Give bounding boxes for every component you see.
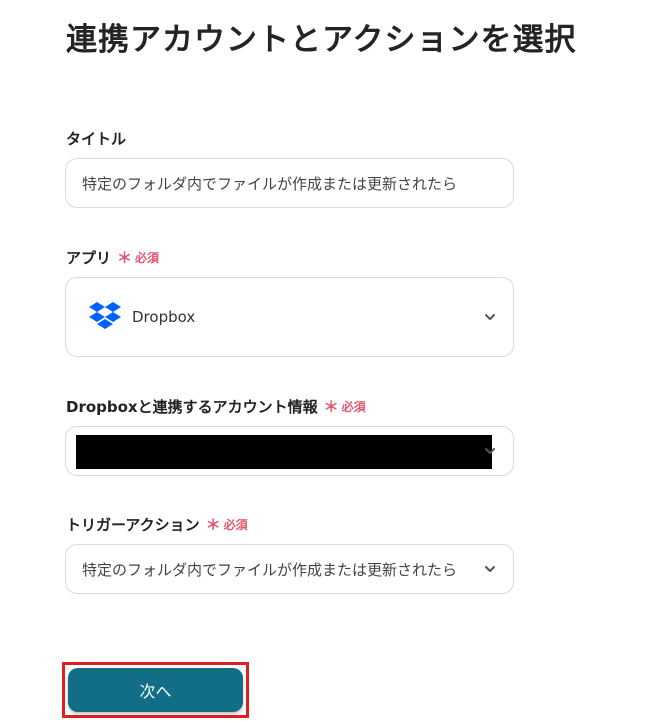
trigger-select-value: 特定のフォルダ内でファイルが作成または更新されたら bbox=[82, 560, 458, 579]
required-text: 必須 bbox=[223, 518, 248, 532]
required-asterisk: ＊ bbox=[323, 398, 339, 416]
required-asterisk: ＊ bbox=[205, 516, 221, 534]
app-select-value: Dropbox bbox=[132, 308, 196, 326]
app-select[interactable]: Dropbox bbox=[65, 277, 514, 357]
title-field-label: タイトル bbox=[66, 128, 126, 149]
required-text: 必須 bbox=[135, 251, 160, 265]
chevron-down-icon bbox=[485, 566, 495, 572]
app-label-text: アプリ bbox=[66, 249, 112, 267]
required-asterisk: ＊ bbox=[117, 249, 133, 267]
title-input[interactable]: 特定のフォルダ内でファイルが作成または更新されたら bbox=[65, 158, 514, 208]
account-label-text: Dropboxと連携するアカウント情報 bbox=[66, 398, 318, 416]
required-badge: ＊ 必須 bbox=[206, 514, 248, 535]
account-select[interactable] bbox=[65, 426, 514, 476]
dropbox-icon bbox=[88, 301, 122, 333]
chevron-down-icon bbox=[485, 448, 495, 454]
trigger-field-label: トリガーアクション ＊ 必須 bbox=[66, 514, 248, 535]
page: 連携アカウントとアクションを選択 タイトル 特定のフォルダ内でファイルが作成また… bbox=[0, 0, 656, 723]
redacted-account-value bbox=[76, 435, 492, 469]
app-field-label: アプリ ＊ 必須 bbox=[66, 247, 159, 268]
required-badge: ＊ 必須 bbox=[117, 247, 159, 268]
page-title: 連携アカウントとアクションを選択 bbox=[66, 22, 577, 58]
title-label-text: タイトル bbox=[66, 130, 127, 148]
chevron-down-icon bbox=[485, 314, 495, 320]
next-button[interactable]: 次へ bbox=[68, 668, 243, 712]
title-input-value: 特定のフォルダ内でファイルが作成または更新されたら bbox=[82, 174, 458, 193]
required-badge: ＊ 必須 bbox=[324, 396, 366, 417]
trigger-action-select[interactable]: 特定のフォルダ内でファイルが作成または更新されたら bbox=[65, 544, 514, 594]
required-text: 必須 bbox=[341, 400, 366, 414]
trigger-label-text: トリガーアクション bbox=[66, 516, 200, 534]
account-field-label: Dropboxと連携するアカウント情報 ＊ 必須 bbox=[66, 396, 366, 417]
